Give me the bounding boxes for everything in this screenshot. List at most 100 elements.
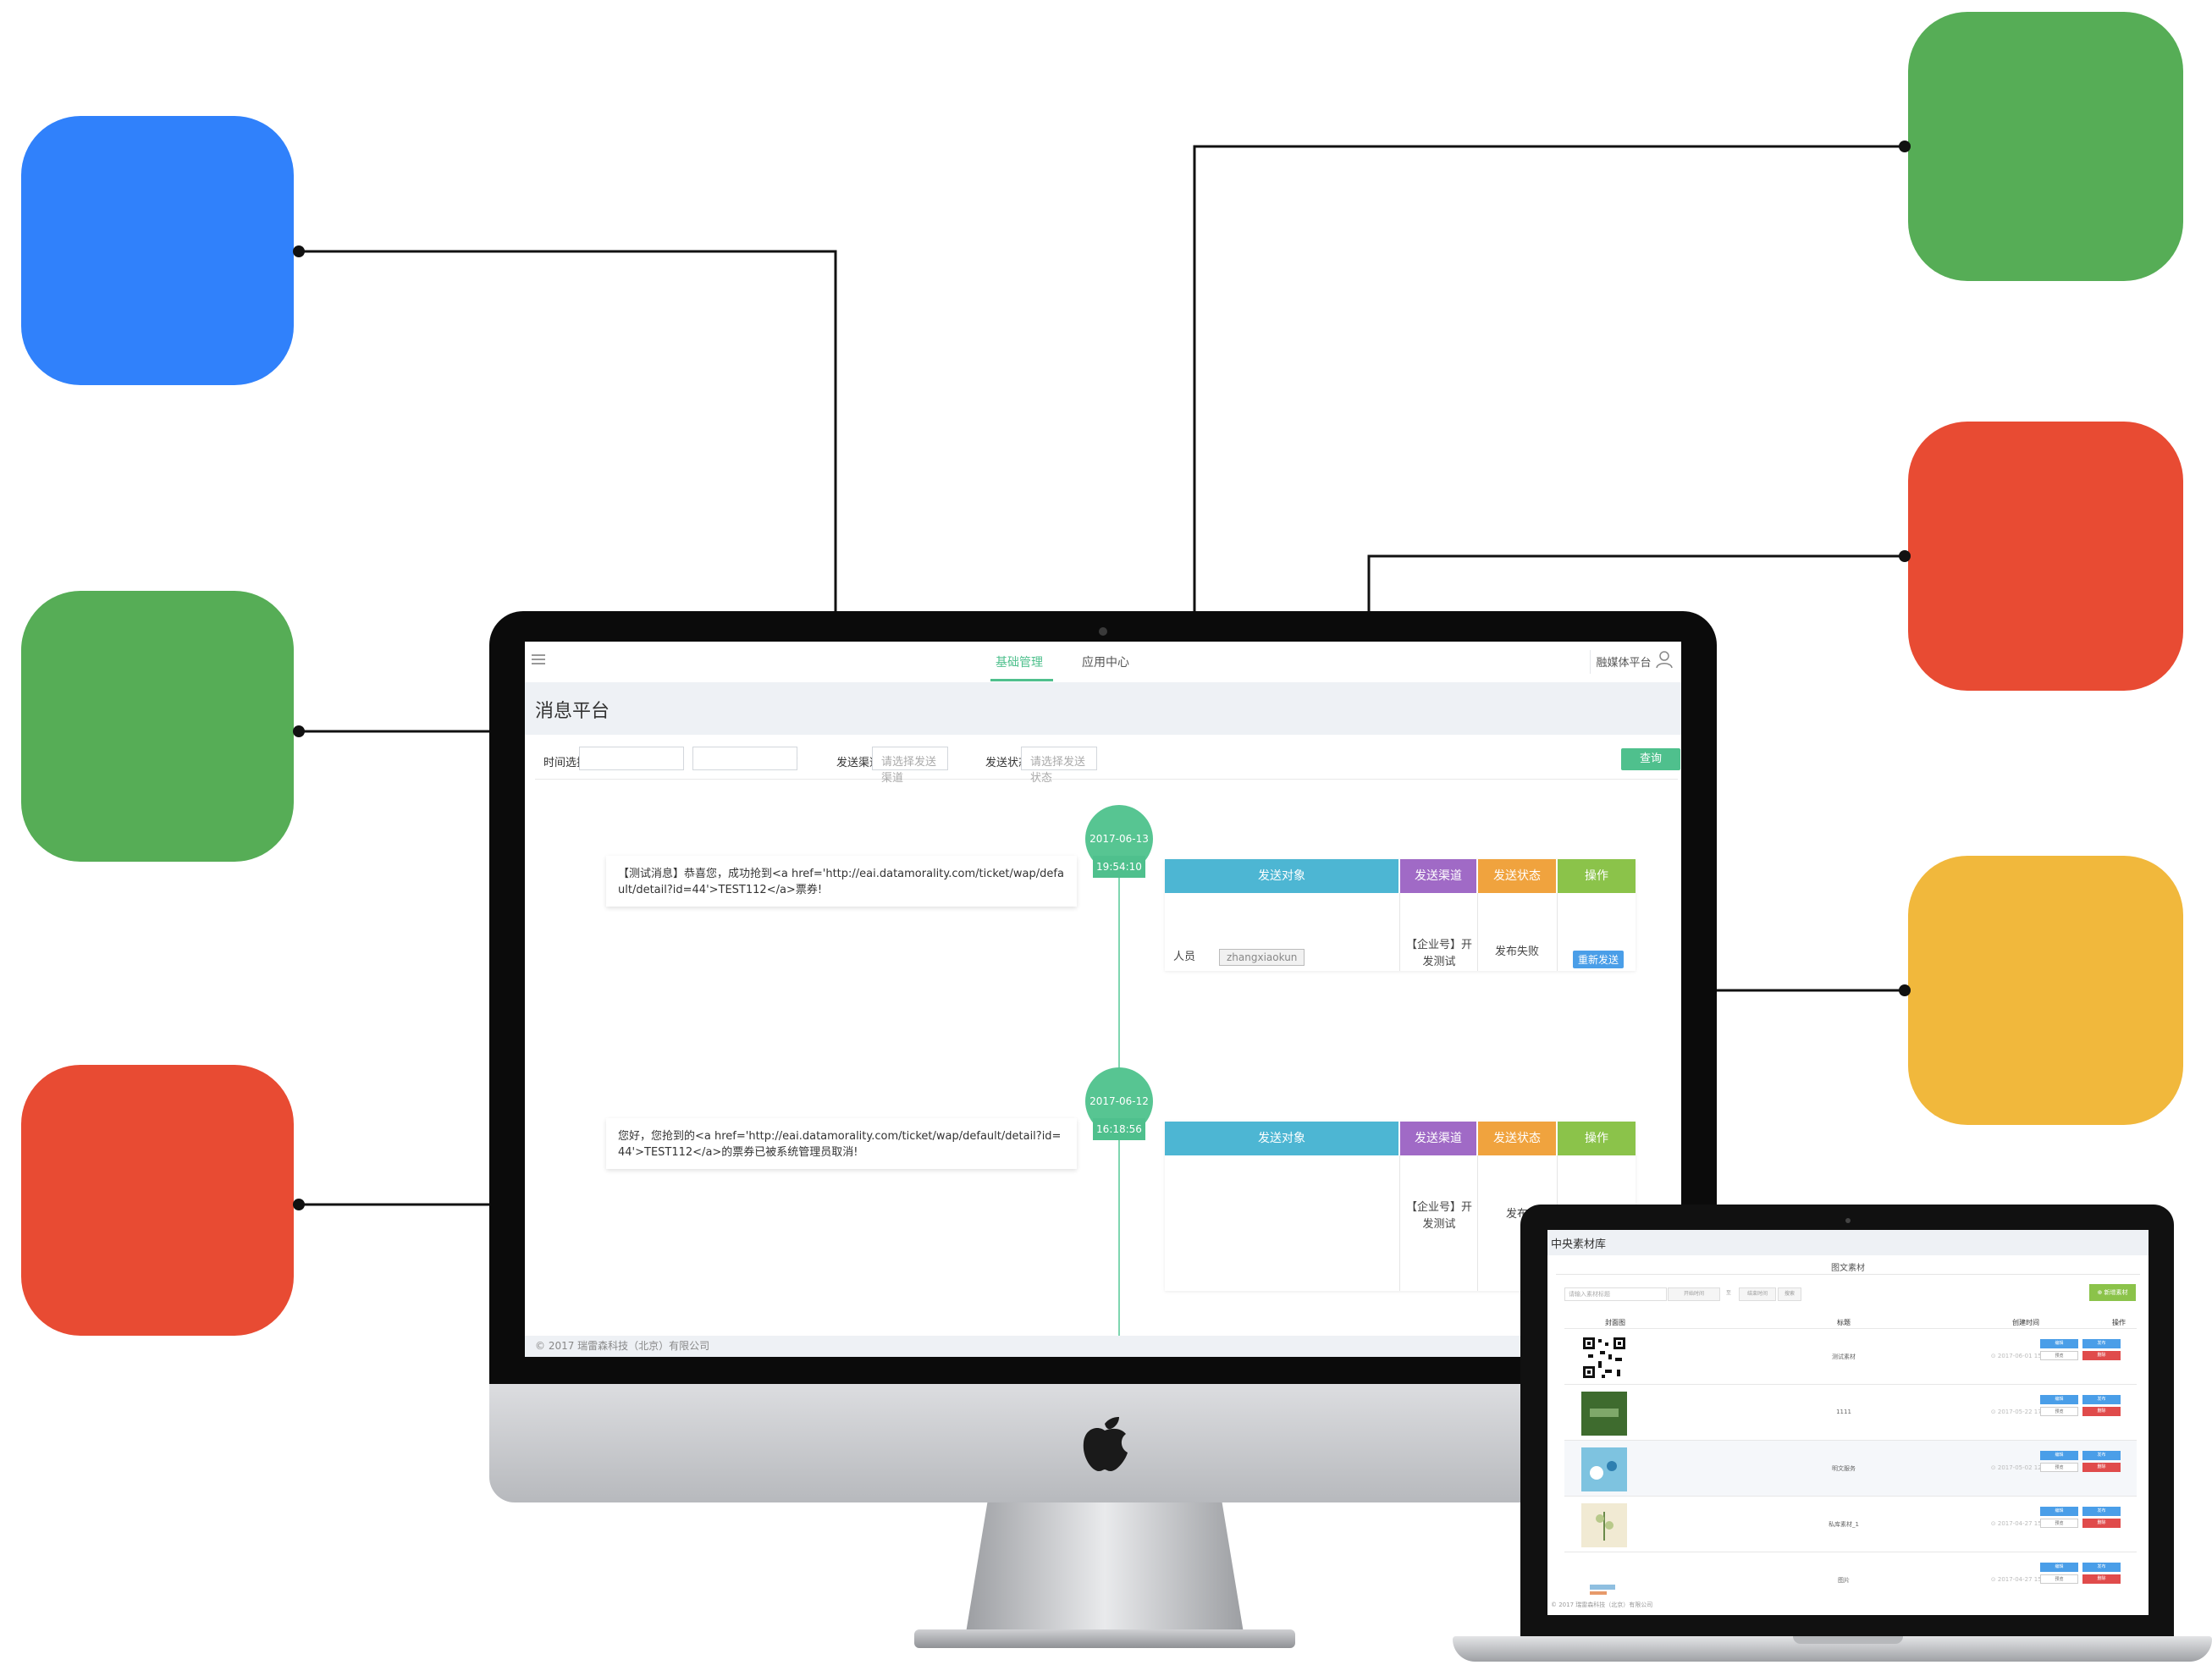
column-header: 封面图 — [1605, 1319, 1625, 1326]
apple-logo-icon — [1083, 1417, 1128, 1471]
imac-stand — [965, 1502, 1244, 1638]
publish-button[interactable]: 发布 — [2082, 1451, 2121, 1460]
material-title: 测试素材 — [1832, 1353, 1856, 1360]
header-channel: 发送渠道 — [1400, 859, 1476, 893]
tile-blue — [21, 116, 294, 385]
material-title: 明文服务 — [1832, 1465, 1856, 1472]
edit-button[interactable]: 编辑 — [2040, 1451, 2078, 1460]
publish-button[interactable]: 发布 — [2082, 1395, 2121, 1404]
delete-button[interactable]: 删除 — [2082, 1407, 2121, 1416]
tile-yellow-right — [1908, 856, 2183, 1125]
preview-button[interactable]: 预览 — [2040, 1407, 2078, 1416]
connector-dot — [1899, 984, 1911, 996]
delete-button[interactable]: 删除 — [2082, 1519, 2121, 1528]
status-select[interactable]: 请选择发送状态 — [1021, 747, 1097, 785]
publish-button[interactable]: 发布 — [2082, 1339, 2121, 1348]
edit-button[interactable]: 编辑 — [2040, 1339, 2078, 1348]
page-title-bar: 消息平台 — [525, 682, 1681, 735]
start-date-input[interactable]: 开始时间 — [1668, 1287, 1720, 1301]
end-time-input[interactable] — [692, 747, 797, 770]
material-title: 1111 — [1836, 1409, 1851, 1415]
platform-name[interactable]: 融媒体平台 — [1590, 653, 1658, 670]
header-channel: 发送渠道 — [1400, 1122, 1476, 1155]
connector-dot — [293, 1199, 305, 1210]
laptop-notch — [1793, 1636, 1903, 1644]
material-title: 图片 — [1838, 1577, 1850, 1584]
channel-value: 【企业号】开发测试 — [1405, 939, 1472, 968]
date-to-label: 至 — [1722, 1287, 1735, 1299]
camera-icon — [1845, 1218, 1851, 1223]
publish-button[interactable]: 发布 — [2082, 1507, 2121, 1516]
image-thumbnail — [1581, 1559, 1627, 1603]
laptop-screen: 中央素材库 图文素材 请输入素材标题 开始时间 至 结束时间 搜索 ⊕ 新增素材… — [1547, 1230, 2149, 1615]
tab-app-center[interactable]: 应用中心 — [1082, 653, 1129, 670]
active-tab-underline — [990, 679, 1053, 681]
end-date-input[interactable]: 结束时间 — [1739, 1287, 1776, 1301]
qr-code-thumbnail — [1581, 1336, 1627, 1380]
delete-button[interactable]: 删除 — [2082, 1351, 2121, 1360]
tile-red-right — [1908, 422, 2183, 691]
connector-dot — [293, 245, 305, 257]
add-material-button[interactable]: ⊕ 新增素材 — [2089, 1284, 2136, 1301]
top-nav-bar: 基础管理 应用中心 融媒体平台 — [525, 642, 1681, 683]
camera-icon — [1099, 627, 1107, 636]
edit-button[interactable]: 编辑 — [2040, 1563, 2078, 1572]
cell-divider — [1557, 893, 1558, 971]
preview-button[interactable]: 预览 — [2040, 1351, 2078, 1360]
header-target: 发送对象 — [1165, 859, 1398, 893]
tile-green-right — [1908, 12, 2183, 281]
header-target: 发送对象 — [1165, 1122, 1398, 1155]
menu-icon[interactable] — [532, 653, 545, 666]
preview-button[interactable]: 预览 — [2040, 1574, 2078, 1584]
table-row: 测试素材 ⊙ 2017-06-01 15:41:52 编辑 发布 预览 删除 — [1564, 1328, 2137, 1385]
header-op: 操作 — [1558, 1122, 1636, 1155]
tile-green-left — [21, 591, 294, 862]
laptop-footer: © 2017 瑞雷森科技（北京）有限公司 — [1551, 1602, 1653, 1608]
laptop-title-bar: 中央素材库 — [1547, 1230, 2149, 1255]
page-title: 消息平台 — [535, 701, 610, 722]
delete-button[interactable]: 删除 — [2082, 1574, 2121, 1584]
preview-button[interactable]: 预览 — [2040, 1463, 2078, 1472]
image-thumbnail — [1581, 1503, 1627, 1547]
query-button[interactable]: 查询 — [1621, 748, 1680, 770]
cell-divider — [1399, 1155, 1400, 1291]
image-thumbnail — [1581, 1447, 1627, 1491]
target-user-tag: zhangxiaokun — [1219, 949, 1305, 966]
cell-divider — [1399, 893, 1400, 971]
send-detail-table: 发送对象 发送渠道 发送状态 操作 人员 zhangxiaokun 【企业号】开… — [1165, 859, 1636, 971]
desktop-footer: © 2017 瑞雷森科技（北京）有限公司 — [525, 1336, 1681, 1357]
tab-basic-management[interactable]: 基础管理 — [996, 653, 1043, 670]
search-button[interactable]: 搜索 — [1778, 1287, 1801, 1301]
table-row: 1111 ⊙ 2017-05-22 17:03:53 编辑 发布 预览 删除 — [1564, 1384, 2137, 1441]
header-status: 发送状态 — [1478, 859, 1556, 893]
cell-divider — [1477, 893, 1478, 971]
start-time-input[interactable] — [579, 747, 684, 770]
tab-article-material[interactable]: 图文素材 — [1547, 1260, 2149, 1273]
material-search-input[interactable]: 请输入素材标题 — [1564, 1287, 1667, 1301]
edit-button[interactable]: 编辑 — [2040, 1395, 2078, 1404]
table-row: 图片 ⊙ 2017-04-27 15:32:43 编辑 发布 预览 删除 — [1564, 1552, 2137, 1608]
user-icon[interactable] — [1655, 650, 1674, 669]
header-status: 发送状态 — [1478, 1122, 1556, 1155]
connector-dot — [293, 725, 305, 737]
connector-dot — [1899, 141, 1911, 152]
material-title: 私库素材_1 — [1829, 1521, 1859, 1528]
delete-button[interactable]: 删除 — [2082, 1463, 2121, 1472]
channel-value: 【企业号】开发测试 — [1405, 1201, 1472, 1231]
filter-bar: 时间选择: - 发送渠道: 请选择发送渠道 发送状态: 请选择发送状态 查询 — [535, 742, 1680, 785]
laptop-page-title: 中央素材库 — [1551, 1238, 1607, 1251]
image-thumbnail — [1581, 1392, 1627, 1436]
preview-button[interactable]: 预览 — [2040, 1519, 2078, 1528]
divider — [1556, 1274, 2140, 1275]
timeline-time: 16:18:56 — [1093, 1118, 1145, 1140]
message-card: 您好，您抢到的<a href='http://eai.datamorality.… — [606, 1118, 1077, 1169]
timeline-time: 19:54:10 — [1093, 856, 1145, 878]
target-type: 人员 — [1173, 951, 1196, 963]
column-header: 标题 — [1837, 1319, 1851, 1326]
channel-select[interactable]: 请选择发送渠道 — [872, 747, 948, 785]
edit-button[interactable]: 编辑 — [2040, 1507, 2078, 1516]
message-card: 【测试消息】恭喜您，成功抢到<a href='http://eai.datamo… — [606, 856, 1077, 907]
table-row: 明文服务 ⊙ 2017-05-02 12:32:21 编辑 发布 预览 删除 — [1564, 1440, 2137, 1497]
resend-button[interactable]: 重新发送 — [1573, 951, 1625, 968]
publish-button[interactable]: 发布 — [2082, 1563, 2121, 1572]
